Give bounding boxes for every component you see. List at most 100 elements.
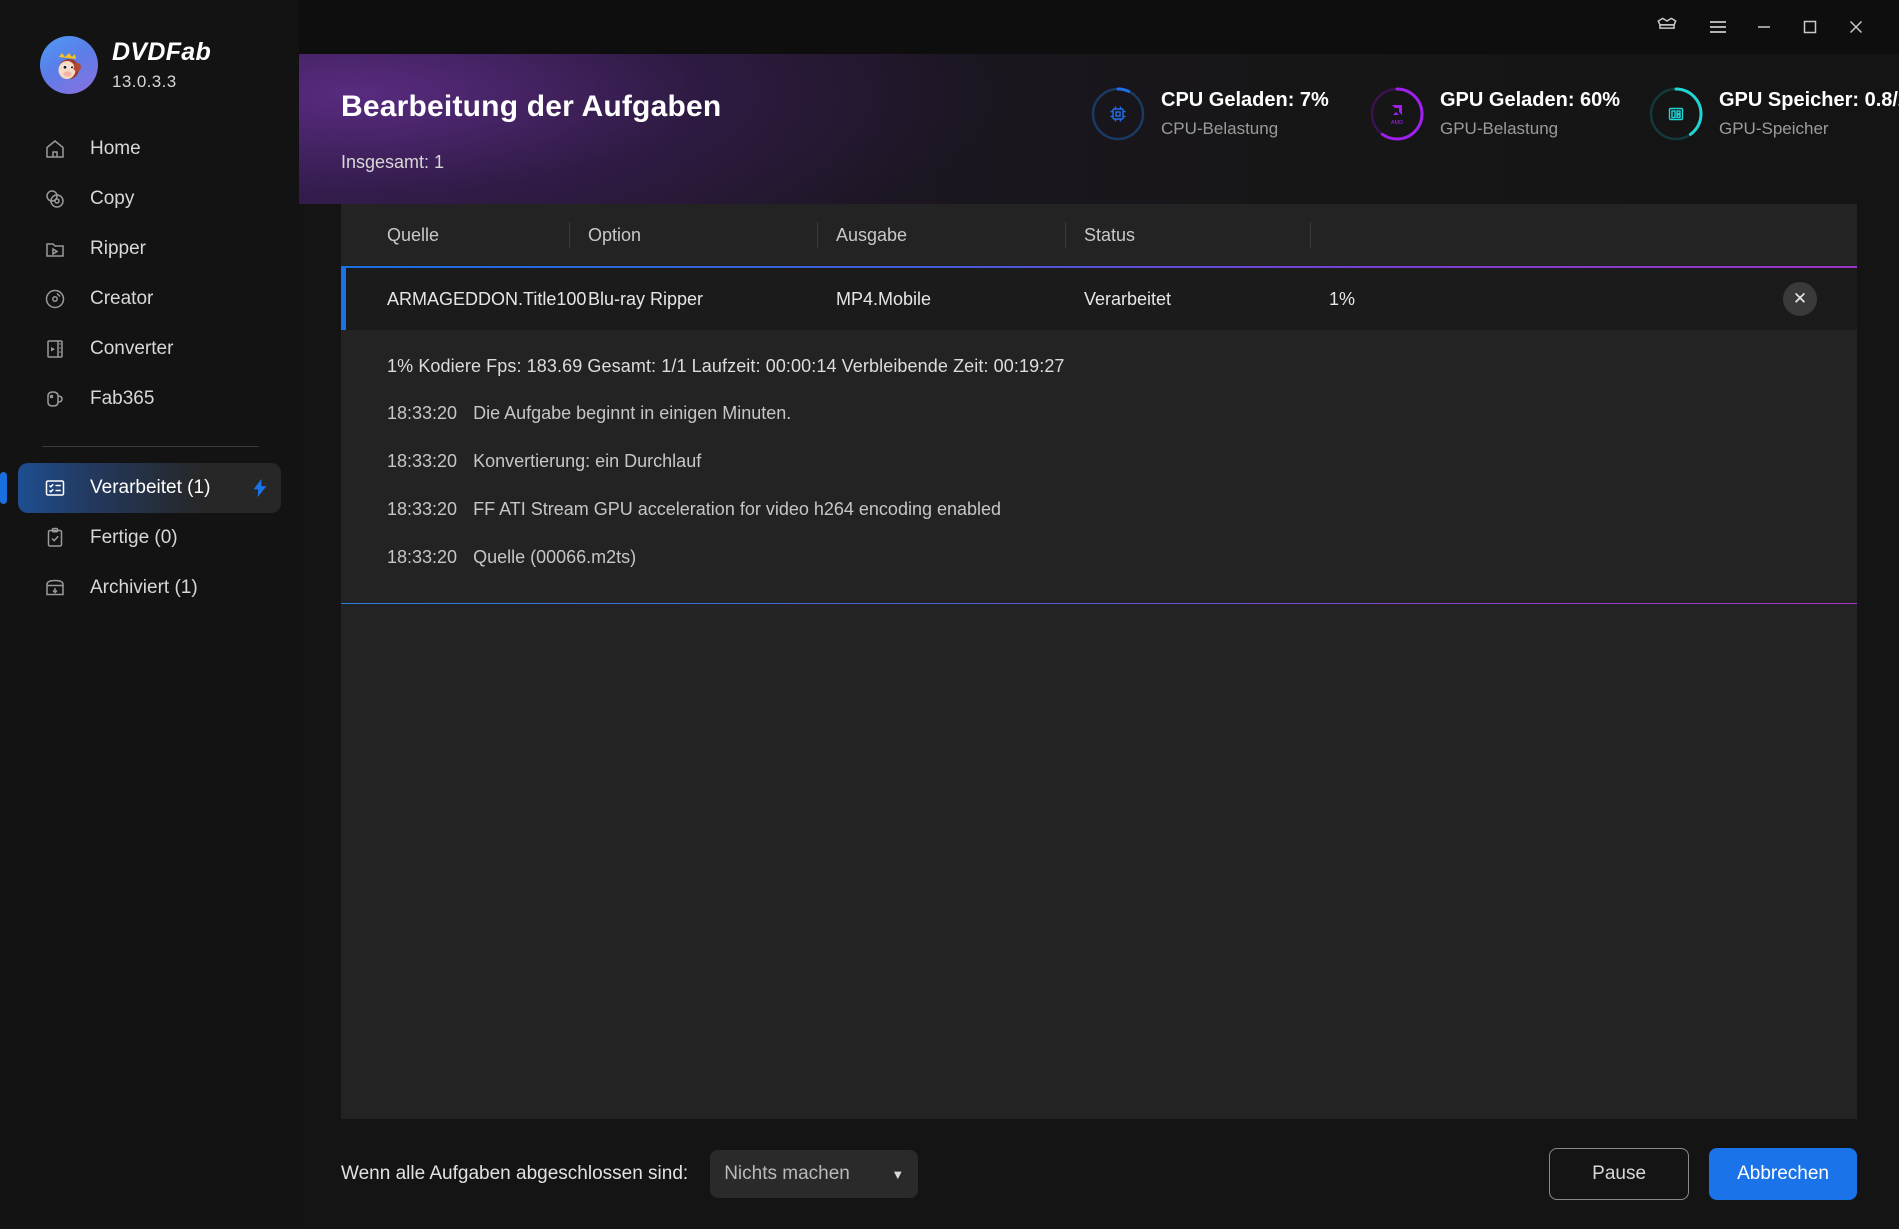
task-panel: Quelle Option Ausgabe Status ARMAGEDDON.… (341, 204, 1857, 1119)
sidebar-item-archiviert[interactable]: Archiviert (1) (18, 563, 281, 613)
column-header-option: Option (570, 204, 818, 266)
sidebar-nav: Home Copy Ripper Creator Converter Fab36… (0, 124, 299, 613)
dvdfab-window: DVDFab 13.0.3.3 Home Copy Ripper Creator… (0, 0, 1899, 1229)
task-source: ARMAGEDDON.Title100 (387, 288, 587, 309)
cpu-chip-icon (1089, 85, 1147, 143)
gpu-memory-value: GPU Speicher: 0.8/2.0 GE (1719, 89, 1899, 111)
log-timestamp: 18:33:20 (387, 547, 458, 567)
brand-name: DVDFab (112, 38, 212, 66)
menu-icon[interactable] (1695, 7, 1741, 47)
completion-action-select[interactable]: Nichts machen ▼ (710, 1150, 919, 1198)
sidebar-item-label: Archiviert (1) (90, 577, 198, 598)
sidebar: DVDFab 13.0.3.3 Home Copy Ripper Creator… (0, 0, 299, 1229)
performance-gauges: CPU Geladen: 7% CPU-Belastung AMD GPU Ge… (1089, 85, 1899, 143)
window-titlebar (299, 0, 1899, 54)
sidebar-item-ripper[interactable]: Ripper (18, 224, 281, 274)
log-message: FF ATI Stream GPU acceleration for video… (473, 499, 1002, 519)
app-logo-icon (40, 36, 98, 94)
log-message: Konvertierung: ein Durchlauf (473, 451, 702, 471)
app-version: 13.0.3.3 (112, 72, 177, 91)
log-timestamp: 18:33:20 (387, 403, 458, 423)
footer-bar: Wenn alle Aufgaben abgeschlossen sind: N… (299, 1119, 1899, 1229)
log-entry: 18:33:20 Konvertierung: ein Durchlauf (387, 451, 1857, 472)
sidebar-divider (42, 446, 259, 447)
log-message: Quelle (00066.m2ts) (473, 547, 637, 567)
sidebar-item-verarbeitet[interactable]: Verarbeitet (1) (0, 463, 281, 513)
main-area: Bearbeitung der Aufgaben Insgesamt: 1 CP… (299, 0, 1899, 1229)
cpu-load-label: CPU-Belastung (1161, 119, 1279, 138)
gpu-load-value: GPU Geladen: 60% (1440, 89, 1621, 111)
log-entry: 18:33:20 Quelle (00066.m2ts) (387, 547, 1857, 568)
sidebar-item-label: Ripper (90, 238, 146, 259)
cancel-button[interactable]: Abbrechen (1709, 1148, 1857, 1200)
sidebar-item-label: Creator (90, 288, 154, 309)
log-entry: 18:33:20 FF ATI Stream GPU acceleration f… (387, 499, 1857, 520)
clipboard-check-icon (42, 525, 68, 551)
cpu-load-value: CPU Geladen: 7% (1161, 89, 1329, 111)
apparel-icon[interactable] (1639, 7, 1695, 47)
sidebar-item-converter[interactable]: Converter (18, 324, 281, 374)
task-detail: 1% Kodiere Fps: 183.69 Gesamt: 1/1 Laufz… (341, 330, 1857, 595)
cpu-gauge-ring (1089, 85, 1147, 143)
pause-button[interactable]: Pause (1549, 1148, 1690, 1200)
creator-disc-icon (42, 286, 68, 312)
gpu-gauge-ring: AMD (1368, 85, 1426, 143)
remove-task-button[interactable]: ✕ (1783, 282, 1817, 316)
page-title: Bearbeitung der Aufgaben (341, 90, 722, 123)
column-header-status: Status (1066, 204, 1311, 266)
sidebar-item-fertige[interactable]: Fertige (0) (18, 513, 281, 563)
gpu-memory-label: GPU-Speicher (1719, 119, 1829, 138)
task-progress: 1% (1329, 288, 1356, 309)
sidebar-item-copy[interactable]: Copy (18, 174, 281, 224)
table-row[interactable]: ARMAGEDDON.Title100 Blu-ray Ripper MP4.M… (341, 268, 1857, 330)
bolt-icon (249, 477, 271, 499)
sidebar-item-label: Verarbeitet (1) (90, 477, 211, 498)
gpu-memory-icon (1647, 85, 1705, 143)
brand: DVDFab 13.0.3.3 (0, 26, 299, 104)
page-header: Bearbeitung der Aufgaben Insgesamt: 1 CP… (299, 54, 1899, 204)
amd-logo-icon: AMD (1368, 85, 1426, 143)
encode-stats: 1% Kodiere Fps: 183.69 Gesamt: 1/1 Laufz… (387, 356, 1065, 376)
gpu-memory-gauge: GPU Speicher: 0.8/2.0 GE GPU-Speicher (1647, 85, 1899, 143)
log-entry: 18:33:20 Die Aufgabe beginnt in einigen M… (387, 403, 1857, 424)
task-output: MP4.Mobile (836, 288, 932, 309)
ripper-folder-icon (42, 236, 68, 262)
close-icon[interactable] (1833, 7, 1879, 47)
task-table-header: Quelle Option Ausgabe Status (341, 204, 1857, 266)
sidebar-item-home[interactable]: Home (18, 124, 281, 174)
column-header-progress (1311, 204, 1631, 266)
sidebar-item-label: Fertige (0) (90, 527, 178, 548)
chevron-down-icon: ▼ (891, 1166, 905, 1182)
log-message: Die Aufgabe beginnt in einigen Minuten. (473, 403, 792, 423)
home-icon (42, 136, 68, 162)
minimize-icon[interactable] (1741, 7, 1787, 47)
sidebar-item-creator[interactable]: Creator (18, 274, 281, 324)
gpu-memory-gauge-ring (1647, 85, 1705, 143)
column-header-quelle: Quelle (341, 204, 570, 266)
completion-action-value: Nichts machen (724, 1163, 850, 1184)
gpu-load-label: GPU-Belastung (1440, 119, 1559, 138)
empty-task-area (341, 604, 1857, 1119)
maximize-icon[interactable] (1787, 7, 1833, 47)
converter-film-icon (42, 336, 68, 362)
total-count: Insgesamt: 1 (341, 152, 445, 172)
sidebar-item-label: Fab365 (90, 388, 155, 409)
copy-disc-icon (42, 186, 68, 212)
task-list-icon (42, 475, 68, 501)
task-option: Blu-ray Ripper (588, 288, 704, 309)
task-status: Verarbeitet (1084, 288, 1172, 309)
archive-box-icon (42, 575, 68, 601)
gpu-gauge: AMD GPU Geladen: 60% GPU-Belastung (1368, 85, 1647, 143)
completion-action-label: Wenn alle Aufgaben abgeschlossen sind: (341, 1163, 689, 1184)
sidebar-item-label: Copy (90, 188, 135, 209)
fab365-icon (42, 386, 68, 412)
monkey-avatar-icon (58, 53, 81, 79)
column-header-ausgabe: Ausgabe (818, 204, 1066, 266)
sidebar-item-label: Converter (90, 338, 174, 359)
sidebar-item-label: Home (90, 138, 141, 159)
log-timestamp: 18:33:20 (387, 451, 458, 471)
log-timestamp: 18:33:20 (387, 499, 458, 519)
svg-text:AMD: AMD (1391, 120, 1403, 126)
sidebar-item-fab365[interactable]: Fab365 (18, 374, 281, 424)
cpu-gauge: CPU Geladen: 7% CPU-Belastung (1089, 85, 1368, 143)
